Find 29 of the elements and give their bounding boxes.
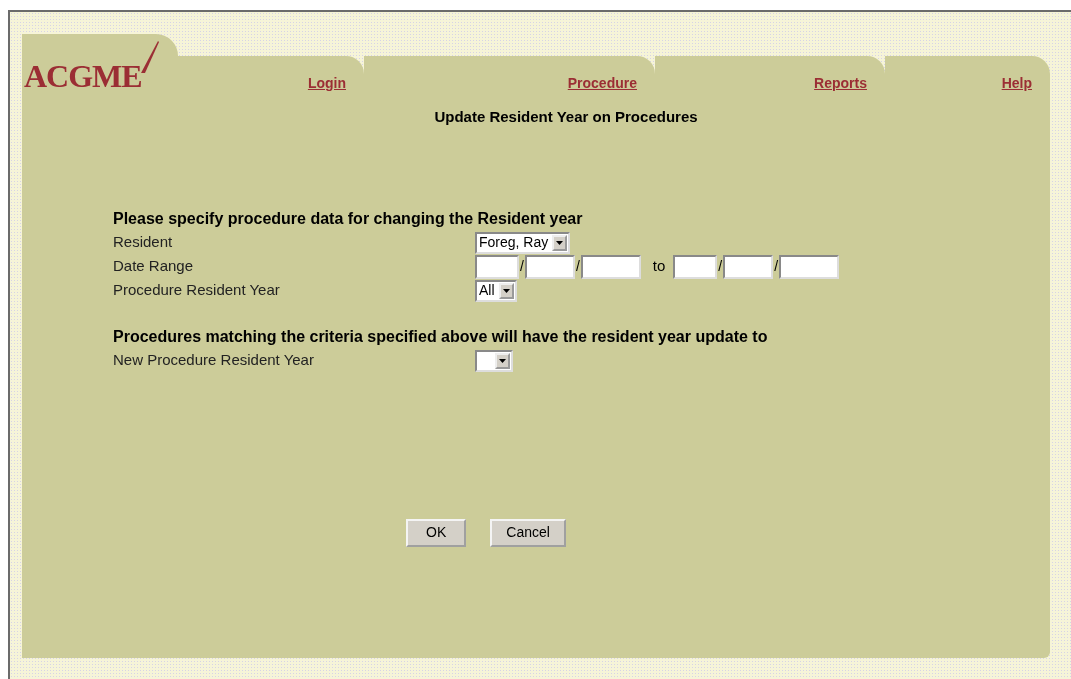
field-label: New Procedure Resident Year: [113, 350, 315, 371]
ok-button[interactable]: OK: [406, 518, 467, 547]
page-title: Update Resident Year on Procedures: [433, 107, 699, 127]
field-label: Procedure Resident Year: [113, 280, 281, 301]
date-separator: /: [575, 257, 580, 276]
tab-link[interactable]: Reports: [814, 73, 867, 94]
field-label: Resident: [113, 232, 174, 253]
date-field[interactable]: [580, 254, 641, 279]
date-field[interactable]: [723, 254, 774, 279]
date-field[interactable]: [475, 254, 519, 279]
date-field[interactable]: [673, 254, 718, 279]
date-separator: /: [774, 257, 779, 276]
dropdown-select[interactable]: [475, 349, 513, 372]
date-range-joiner: to: [652, 256, 666, 277]
logo-text: ACGME: [24, 60, 142, 92]
dropdown-select[interactable]: Foreg, Ray: [475, 231, 571, 254]
tab-link[interactable]: Login: [307, 73, 346, 94]
dropdown-select[interactable]: All: [475, 279, 517, 302]
date-field[interactable]: [779, 254, 840, 279]
section-heading: Procedures matching the criteria specified above will have the resident year update to: [113, 326, 769, 347]
date-field[interactable]: [524, 254, 575, 279]
tab-link[interactable]: Help: [1001, 73, 1032, 94]
tab-link[interactable]: Procedure: [567, 73, 637, 94]
section-heading: Please specify procedure data for changing the Resident year: [113, 208, 584, 229]
date-separator: /: [718, 257, 723, 276]
checkmark-icon: [140, 40, 160, 74]
field-label: Date Range: [113, 256, 195, 277]
date-separator: /: [520, 257, 524, 276]
cancel-button[interactable]: Cancel: [490, 518, 566, 547]
